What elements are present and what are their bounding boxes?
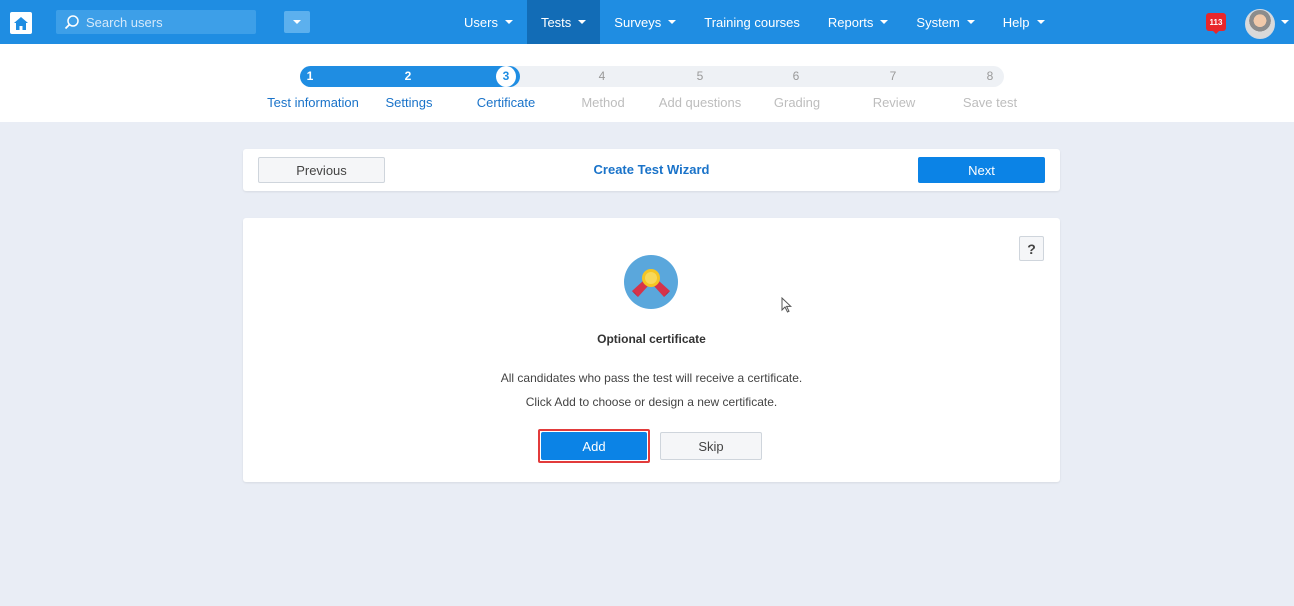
step-number-6: 6 — [792, 69, 800, 83]
search-dropdown-button[interactable] — [284, 11, 310, 33]
top-navigation-bar: Users Tests Surveys Training courses Reports… — [0, 0, 1294, 44]
chevron-down-icon — [880, 20, 889, 24]
nav-item-label: Help — [1002, 14, 1030, 30]
content-description-2: Click Add to choose or design a new cert… — [525, 395, 778, 409]
chevron-down-icon — [668, 20, 677, 24]
content-title: Optional certificate — [597, 332, 706, 346]
step-label-test-information[interactable]: Test information — [267, 95, 359, 110]
nav-item-label: Reports — [827, 14, 874, 30]
step-number-4: 4 — [598, 69, 606, 83]
step-label-certificate[interactable]: Certificate — [477, 95, 536, 110]
notifications-badge[interactable]: 113 — [1206, 13, 1226, 34]
chevron-down-icon — [966, 20, 975, 24]
home-icon — [14, 16, 28, 30]
step-label-add-questions: Add questions — [658, 95, 742, 110]
chevron-down-icon — [578, 20, 587, 24]
step-number-8: 8 — [986, 69, 994, 83]
step-label-method: Method — [581, 95, 625, 110]
wizard-header-card: Create Test Wizard Previous Next — [243, 149, 1060, 191]
next-button[interactable]: Next — [918, 157, 1045, 183]
home-button[interactable] — [10, 12, 32, 34]
content-description-1: All candidates who pass the test will re… — [500, 371, 803, 385]
help-button[interactable]: ? — [1019, 236, 1044, 261]
step-number-3[interactable]: 3 — [496, 66, 516, 87]
nav-item-tests[interactable]: Tests — [526, 0, 601, 44]
wizard-steps: 1 Test information 2 Settings 3 Certificate 4 M… — [0, 44, 1294, 122]
step-number-1[interactable]: 1 — [300, 66, 320, 87]
certificate-ribbon-icon — [624, 255, 678, 309]
search-users-input[interactable] — [86, 13, 226, 31]
chevron-down-icon[interactable] — [1281, 20, 1289, 24]
notification-count: 113 — [1209, 17, 1223, 27]
nav-item-training-courses[interactable]: Training courses — [690, 0, 814, 44]
user-avatar[interactable] — [1245, 9, 1275, 39]
nav-item-label: Tests — [540, 14, 572, 30]
nav-item-system[interactable]: System — [902, 0, 988, 44]
nav-item-help[interactable]: Help — [989, 0, 1059, 44]
step-label-settings[interactable]: Settings — [386, 95, 433, 110]
step-number-7: 7 — [889, 69, 897, 83]
add-certificate-button[interactable]: Add — [541, 432, 647, 460]
certificate-step-card: ? Optional certificate All candidates wh… — [243, 218, 1060, 482]
step-label-review: Review — [872, 95, 916, 110]
skip-button[interactable]: Skip — [660, 432, 762, 460]
step-label-save-test: Save test — [962, 95, 1018, 110]
step-number-2[interactable]: 2 — [398, 66, 418, 87]
nav-item-label: Users — [464, 14, 498, 30]
search-users-box — [56, 10, 310, 34]
chevron-down-icon — [1036, 20, 1045, 24]
step-label-grading: Grading — [773, 95, 821, 110]
chevron-down-icon — [504, 20, 513, 24]
nav-item-surveys[interactable]: Surveys — [600, 0, 690, 44]
nav-item-reports[interactable]: Reports — [814, 0, 903, 44]
mouse-cursor-icon — [781, 297, 792, 313]
nav-item-label: Surveys — [614, 14, 662, 30]
nav-item-label: System — [916, 14, 960, 30]
nav-item-label: Training courses — [704, 14, 800, 30]
previous-button[interactable]: Previous — [258, 157, 385, 183]
main-menu: Users Tests Surveys Training courses Reports… — [450, 0, 1059, 44]
search-icon — [64, 15, 79, 30]
chevron-down-icon — [293, 20, 301, 24]
step-number-5: 5 — [696, 69, 704, 83]
nav-item-users[interactable]: Users — [450, 0, 527, 44]
